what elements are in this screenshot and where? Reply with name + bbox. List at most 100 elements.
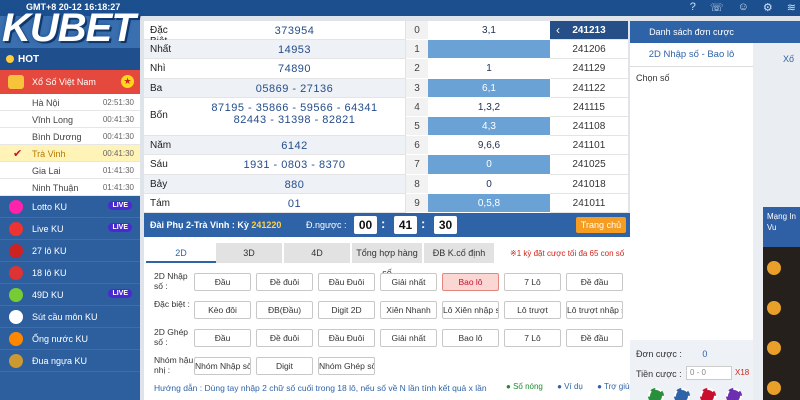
bet-option-button[interactable]: Đầu xyxy=(194,329,251,347)
loto-row: 5 4,3 241108 xyxy=(406,116,628,137)
bet-option-button[interactable]: Digit 2D xyxy=(318,301,375,319)
game-item[interactable]: 27 lô KU xyxy=(0,240,140,262)
user-icon[interactable]: ☺ xyxy=(738,1,749,14)
game-item[interactable]: Sút cầu môn KU xyxy=(0,306,140,328)
chevron-left-icon[interactable]: ‹ xyxy=(556,23,560,37)
loto-value: 4,3 xyxy=(428,116,550,137)
bet-option-button[interactable]: Giải nhất xyxy=(380,329,437,347)
tab-0[interactable]: 2D xyxy=(146,243,216,263)
prize-value: 373954 xyxy=(184,25,405,37)
bet-option-button[interactable]: Nhóm Ghép số xyxy=(318,357,375,375)
home-button[interactable]: Trang chủ xyxy=(576,217,626,233)
bet-tabs: ※1 kỳ đặt cược tối đa 65 con số 2D 3D 4D Tổ… xyxy=(144,243,630,278)
promo-image[interactable] xyxy=(763,247,800,400)
bet-option-button[interactable]: Đầu Đuôi xyxy=(318,273,375,291)
bet-row: 2D Nhập số : Đầu Đề đuôi Đầu Đuôi Giải nhất B… xyxy=(144,269,630,297)
bet-option-button[interactable]: Đề đầu xyxy=(566,329,623,347)
countdown-minutes: 41 xyxy=(394,216,417,234)
chip-icon[interactable] xyxy=(700,388,716,400)
game-item[interactable]: 18 lô KU xyxy=(0,262,140,284)
bet-option-button[interactable]: Đề đuôi xyxy=(256,329,313,347)
tab-1[interactable]: 3D xyxy=(216,243,282,263)
game-icon xyxy=(9,310,23,324)
bet-option-button[interactable]: Lô Xiên nhập số xyxy=(442,301,499,319)
game-item[interactable]: 49D KU LIVE xyxy=(0,284,140,306)
province-item[interactable]: Vĩnh Long 00:41:30 xyxy=(0,111,140,128)
chip-icon[interactable] xyxy=(726,388,742,400)
result-row: Nhất 14953 xyxy=(144,40,405,60)
chip-icon[interactable] xyxy=(648,388,664,400)
loto-period[interactable]: 241213 xyxy=(550,21,628,41)
game-item[interactable]: Ống nước KU xyxy=(0,328,140,350)
game-name: Ống nước KU xyxy=(32,334,88,344)
bet-option-button[interactable]: Lô trượt xyxy=(504,301,561,319)
bet-option-button[interactable]: Bao lô xyxy=(442,273,499,291)
countdown-seconds: 30 xyxy=(434,216,457,234)
loto-index: 6 xyxy=(406,136,428,156)
tab-4[interactable]: ĐB K.cố định xyxy=(424,243,494,263)
bet-option-button[interactable]: 7 Lô xyxy=(504,329,561,347)
bet-header: Đài Phụ 2-Trà Vinh : Kỳ 241220 Đ.ngược :… xyxy=(144,213,630,237)
promo-banner[interactable]: Mạng In Vu xyxy=(763,207,800,247)
game-list: Lotto KU LIVE Live KU LIVE 27 lô KU 18 lô KU 4… xyxy=(0,196,140,372)
chip-icon[interactable] xyxy=(674,388,690,400)
tab-2[interactable]: 4D xyxy=(284,243,350,263)
bet-option-button[interactable]: Nhóm Nhập số xyxy=(194,357,251,375)
game-name: Đua ngựa KU xyxy=(32,356,88,366)
bet-option-button[interactable]: Đề đuôi xyxy=(256,273,313,291)
bet-option-button[interactable]: Đề đầu xyxy=(566,273,623,291)
sidebar-xoso-vietnam[interactable]: Xổ Số Việt Nam ★ xyxy=(0,70,140,94)
game-name: 27 lô KU xyxy=(32,246,67,256)
bet-option-button[interactable]: Bao lô xyxy=(442,329,499,347)
example-link[interactable]: ● Ví dụ xyxy=(557,382,589,391)
loto-period: 241206 xyxy=(550,40,628,60)
chat-icon[interactable]: ☏ xyxy=(710,1,724,14)
settings-icon[interactable]: ⚙ xyxy=(763,1,773,14)
bet-option-button[interactable]: Kèo đôi xyxy=(194,301,251,319)
game-item[interactable]: Lotto KU LIVE xyxy=(0,196,140,218)
loto-period: 241129 xyxy=(550,59,628,79)
sidebar-hot[interactable]: HOT xyxy=(0,48,140,70)
prize-number: 1931 - 0803 - 8370 xyxy=(243,159,346,172)
bet-row-label: Đặc biệt : xyxy=(154,299,190,309)
bet-option-button[interactable]: ĐB(Đầu) xyxy=(256,301,313,319)
help-icon[interactable]: ? xyxy=(690,1,696,14)
loto-value: 0,5,8 xyxy=(428,193,550,213)
province-item[interactable]: Gia Lai 01:41:30 xyxy=(0,162,140,179)
promo-icon xyxy=(767,301,781,315)
right-panel-header xyxy=(753,21,800,43)
countdown-hours: 00 xyxy=(354,216,377,234)
right-panel-tab[interactable]: Xố xyxy=(783,54,794,64)
bet-option-button[interactable]: Digit xyxy=(256,357,313,375)
bet-option-button[interactable]: Đầu xyxy=(194,273,251,291)
order-count-label: Đơn cược : xyxy=(636,349,682,359)
bet-row: Đặc biệt : Kèo đôi ĐB(Đầu) Digit 2D Xiên Nha… xyxy=(144,297,630,325)
province-list: Hà Nội 02:51:30 Vĩnh Long 00:41:30 Bình Dươn… xyxy=(0,94,140,196)
loto-period: 241108 xyxy=(550,116,628,137)
game-item[interactable]: Đua ngựa KU xyxy=(0,350,140,372)
bet-option-button[interactable]: Lô trượt nhập số xyxy=(566,301,623,319)
order-count-value: 0 xyxy=(702,349,708,359)
province-item[interactable]: Bình Dương 00:41:30 xyxy=(0,128,140,145)
bet-money-input[interactable]: 0 - 0 xyxy=(686,366,732,380)
promo-icon xyxy=(767,341,781,355)
sidebar: HOT Xổ Số Việt Nam ★ Hà Nội 02:51:30 Vĩnh … xyxy=(0,16,140,400)
bet-option-button[interactable]: Đầu Đuôi xyxy=(318,329,375,347)
loto-value: 0 xyxy=(428,174,550,194)
bet-option-button[interactable]: Xiên Nhanh xyxy=(380,301,437,319)
tab-3[interactable]: Tổng hợp hàng số xyxy=(352,243,422,278)
prize-number: 01 xyxy=(287,197,302,210)
bet-option-button[interactable]: 7 Lô xyxy=(504,273,561,291)
province-item[interactable]: Ninh Thuận 01:41:30 xyxy=(0,179,140,196)
province-item[interactable]: Hà Nội 02:51:30 xyxy=(0,94,140,111)
multiplier: X18 xyxy=(735,368,750,377)
live-badge: LIVE xyxy=(108,201,132,210)
hot-number-link[interactable]: ● Số nóng xyxy=(506,382,549,391)
game-item[interactable]: Live KU LIVE xyxy=(0,218,140,240)
province-name: Vĩnh Long xyxy=(32,115,74,125)
prize-value: 6142 xyxy=(184,140,405,152)
loto-index: 4 xyxy=(406,97,428,117)
bet-option-button[interactable]: Giải nhất xyxy=(380,273,437,291)
province-item[interactable]: ✔ Trà Vinh 00:41:30 xyxy=(0,145,140,162)
game-icon xyxy=(9,222,23,236)
